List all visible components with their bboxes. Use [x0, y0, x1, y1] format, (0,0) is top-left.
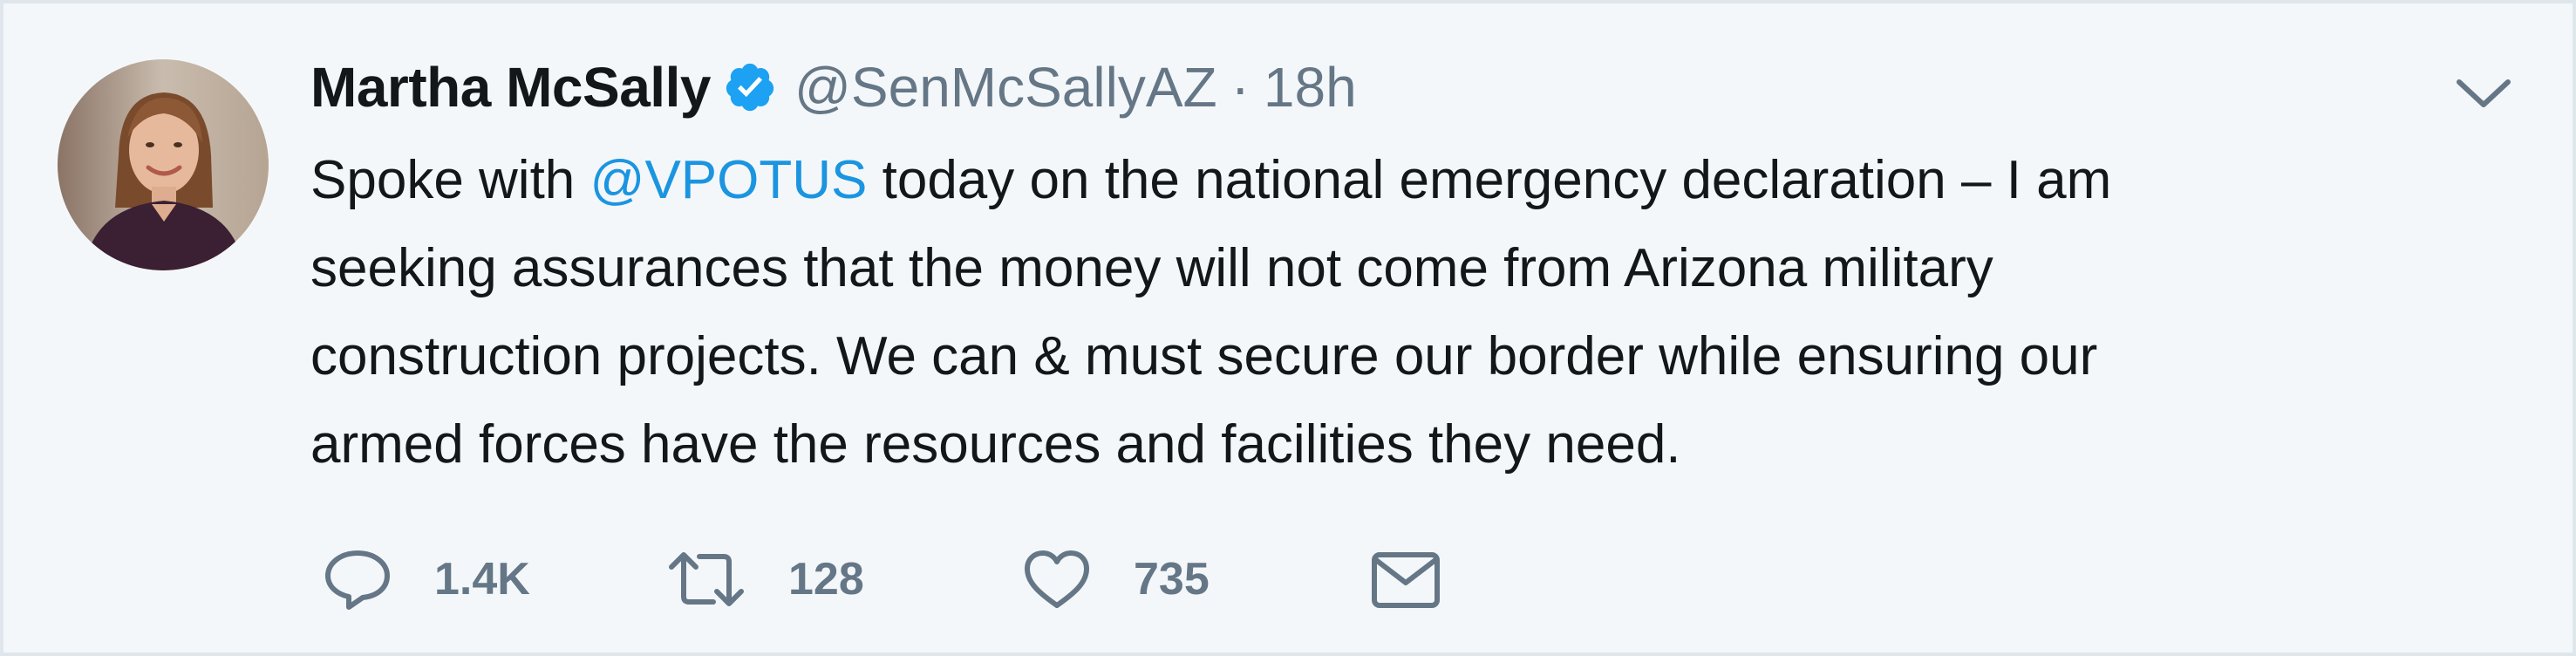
chevron-down-icon	[2457, 79, 2511, 107]
avatar[interactable]	[58, 59, 269, 270]
tweet-line-3: construction projects. We can & must sec…	[310, 326, 2098, 386]
display-name[interactable]: Martha McSally	[310, 55, 711, 120]
reply-icon	[325, 550, 390, 610]
avatar-image	[58, 59, 269, 270]
tweet-text-segment: today on the national emergency declarat…	[867, 150, 2112, 210]
timestamp[interactable]: 18h	[1264, 55, 1357, 120]
tweet-menu-button[interactable]	[2452, 73, 2515, 115]
tweet-card[interactable]: Martha McSally @SenMcSallyAZ · 18h Spoke…	[3, 3, 2573, 653]
reply-button[interactable]: 1.4K	[323, 544, 530, 614]
retweet-icon	[669, 552, 744, 606]
retweet-count: 128	[788, 554, 864, 605]
like-count: 735	[1134, 554, 1210, 605]
verified-badge-icon	[723, 60, 777, 114]
handle[interactable]: @SenMcSallyAZ	[794, 55, 1217, 120]
reply-count: 1.4K	[434, 554, 530, 605]
tweet-line-1: Spoke with @VPOTUS today on the national…	[310, 136, 2508, 224]
separator-dot: ·	[1230, 56, 1250, 119]
tweet-actions: 1.4K 128 735	[3, 544, 2573, 614]
tweet-text: Spoke with @VPOTUS today on the national…	[310, 136, 2508, 489]
mention-link[interactable]: @VPOTUS	[590, 150, 868, 210]
direct-message-button[interactable]	[1371, 544, 1441, 614]
retweet-button[interactable]: 128	[666, 544, 864, 614]
heart-icon	[1025, 550, 1089, 608]
like-button[interactable]: 735	[1022, 544, 1210, 614]
tweet-text-segment: Spoke with	[310, 150, 590, 210]
tweet-line-2: seeking assurances that the money will n…	[310, 238, 1993, 298]
envelope-icon	[1372, 552, 1440, 608]
tweet-header: Martha McSally @SenMcSallyAZ · 18h	[310, 54, 1357, 120]
tweet-line-4: armed forces have the resources and faci…	[310, 414, 1681, 475]
